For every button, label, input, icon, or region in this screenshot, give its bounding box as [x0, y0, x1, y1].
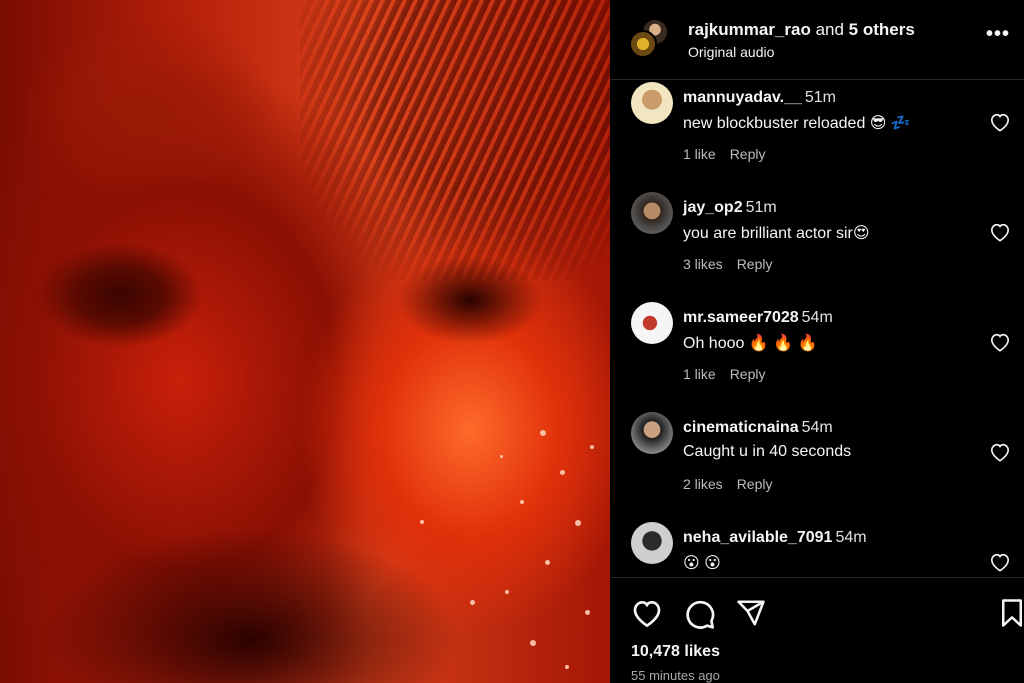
comment-item: mr.sameer7028 54m Oh hooo 🔥 🔥 🔥 1 like Rep… [611, 302, 1024, 412]
paper-plane-icon[interactable] [736, 598, 768, 630]
avatar[interactable] [631, 82, 673, 124]
heart-outline-icon[interactable] [989, 222, 1011, 242]
media-speckle [520, 500, 524, 504]
comment-username[interactable]: mr.sameer7028 [683, 309, 799, 326]
media-speckle [530, 640, 536, 646]
audio-link[interactable]: Original audio [688, 44, 774, 60]
media-speckle [540, 430, 546, 436]
comment-text: new blockbuster reloaded 😎 💤 [683, 115, 911, 132]
comment-time: 51m [745, 199, 777, 216]
media-speckle [585, 610, 590, 615]
more-options-icon[interactable]: ••• [984, 24, 1012, 52]
comment-text: you are brilliant actor sir😍 [683, 225, 870, 242]
post-timestamp: 55 minutes ago [631, 668, 720, 683]
media-speckle [470, 600, 475, 605]
comment-text: 😮 😮 [683, 555, 721, 572]
post-side-panel: rajkummar_rao and 5 others Original audi… [611, 0, 1024, 683]
collab-connector: and [810, 20, 849, 39]
comment-time: 54m [835, 529, 867, 546]
heart-outline-icon[interactable] [989, 442, 1011, 462]
media-speckle [575, 520, 581, 526]
comment-like-count[interactable]: 1 like [683, 146, 716, 162]
media-speckle [565, 665, 569, 669]
comment-bubble-icon[interactable] [684, 598, 716, 630]
heart-outline-icon[interactable] [989, 552, 1011, 572]
comment-time: 54m [801, 419, 833, 436]
heart-outline-icon[interactable] [989, 332, 1011, 352]
author-username[interactable]: rajkummar_rao [688, 20, 811, 39]
comment-item: cinematicnaina 54m Caught u in 40 seconds… [611, 412, 1024, 522]
media-speckle [505, 590, 509, 594]
media-speckle [560, 470, 565, 475]
heart-outline-icon[interactable] [989, 112, 1011, 132]
reply-button[interactable]: Reply [730, 146, 766, 162]
media-hair-texture [300, 0, 610, 280]
reply-button[interactable]: Reply [730, 366, 766, 382]
heart-icon[interactable] [631, 598, 663, 630]
comment-item: mannuyadav.__ 51m new blockbuster reloade… [611, 82, 1024, 192]
collab-avatars[interactable] [629, 18, 673, 62]
media-speckle [590, 445, 594, 449]
post-actions-footer: 10,478 likes 55 minutes ago [611, 577, 1024, 683]
comment-username[interactable]: jay_op2 [683, 199, 743, 216]
avatar[interactable] [631, 302, 673, 344]
bookmark-icon[interactable] [999, 598, 1024, 630]
avatar[interactable] [631, 192, 673, 234]
post-header: rajkummar_rao and 5 others Original audi… [611, 0, 1024, 80]
comment-username[interactable]: neha_avilable_7091 [683, 529, 832, 546]
avatar[interactable] [631, 412, 673, 454]
likes-count[interactable]: 10,478 likes [631, 643, 720, 661]
comment-like-count[interactable]: 3 likes [683, 256, 723, 272]
comment-item: jay_op2 51m you are brilliant actor sir😍 … [611, 192, 1024, 302]
post-media[interactable] [0, 0, 610, 683]
comment-username[interactable]: mannuyadav.__ [683, 89, 802, 106]
media-speckle [545, 560, 550, 565]
others-link[interactable]: 5 others [849, 20, 915, 39]
media-speckle [500, 455, 503, 458]
avatar [629, 30, 657, 58]
collab-title: rajkummar_rao and 5 others [688, 20, 915, 40]
reply-button[interactable]: Reply [737, 476, 773, 492]
comment-text: Oh hooo 🔥 🔥 🔥 [683, 335, 818, 352]
comment-like-count[interactable]: 2 likes [683, 476, 723, 492]
comment-item: neha_avilable_7091 54m 😮 😮 [611, 522, 1024, 577]
comment-username[interactable]: cinematicnaina [683, 419, 799, 436]
comment-text: Caught u in 40 seconds [683, 443, 852, 460]
avatar[interactable] [631, 522, 673, 564]
media-speckle [420, 520, 424, 524]
reply-button[interactable]: Reply [737, 256, 773, 272]
comment-time: 54m [801, 309, 833, 326]
comment-like-count[interactable]: 1 like [683, 366, 716, 382]
comments-list[interactable]: mannuyadav.__ 51m new blockbuster reloade… [611, 80, 1024, 577]
comment-time: 51m [804, 89, 836, 106]
